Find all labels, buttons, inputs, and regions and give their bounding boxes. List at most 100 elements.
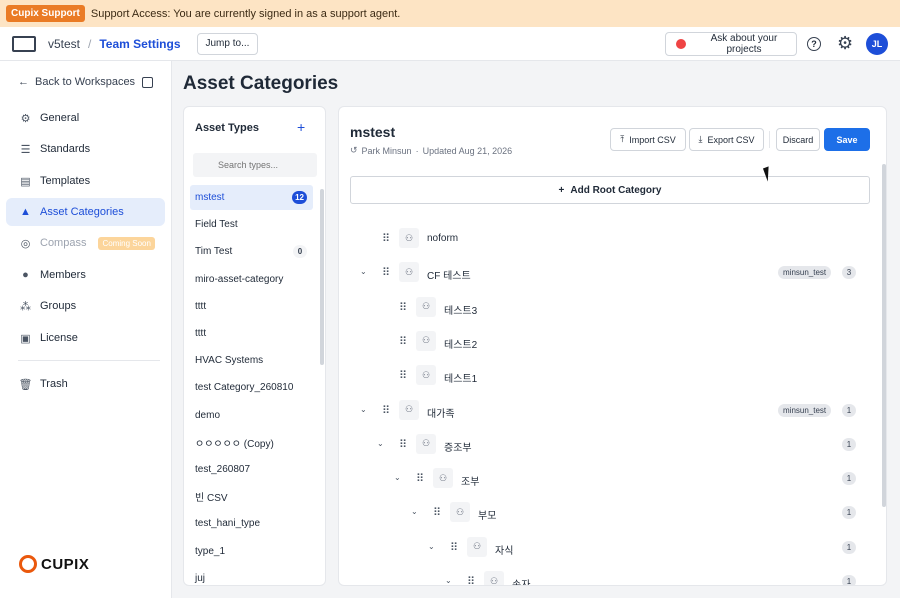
type-list-item[interactable]: Field Test — [190, 212, 313, 237]
type-list-item[interactable]: test Category_260810 — [190, 375, 313, 400]
collapse-sidebar-icon[interactable] — [142, 77, 153, 88]
category-tree-row[interactable]: ⌄ ⠿ ⚇ 조부 1 — [339, 465, 870, 493]
category-tree-row[interactable]: ⠿ ⚇ 테스트2 — [339, 328, 870, 356]
person-icon: ● — [22, 269, 29, 281]
settings-gear-icon[interactable]: ⚙ — [837, 33, 853, 54]
type-list-item[interactable]: test_260807 — [190, 457, 313, 482]
drag-handle-icon[interactable]: ⠿ — [382, 266, 390, 279]
ask-ai-label: Ask about your projects — [710, 33, 778, 55]
category-tree-row[interactable]: ⌄ ⠿ ⚇ CF 테스트 minsun_test 3 — [339, 259, 870, 287]
user-avatar[interactable]: JL — [866, 33, 888, 55]
category-tree-row[interactable]: ⌄ ⠿ ⚇ 손자 1 — [339, 568, 870, 586]
chevron-down-icon[interactable]: ⌄ — [360, 405, 367, 414]
type-list-item[interactable]: mstest 12 — [190, 185, 313, 210]
cupix-logo: CUPIX — [19, 555, 89, 573]
category-tree-row[interactable]: ⌄ ⠿ ⚇ 자식 1 — [339, 534, 870, 562]
category-node-icon: ⚇ — [399, 262, 419, 283]
form-tag-badge: minsun_test — [778, 403, 832, 417]
sidebar-item-standards[interactable]: ☰ Standards — [6, 135, 165, 163]
drag-handle-icon[interactable]: ⠿ — [399, 369, 407, 382]
tree-scrollbar[interactable] — [882, 164, 886, 507]
chevron-down-icon[interactable]: ⌄ — [377, 439, 384, 448]
save-button[interactable]: Save — [824, 128, 870, 151]
app-logo-icon[interactable] — [12, 35, 36, 52]
category-tree-row[interactable]: ⌄ ⠿ ⚇ 대가족 minsun_test 1 — [339, 397, 870, 425]
search-types-input[interactable] — [193, 153, 317, 177]
category-tree-row[interactable]: ⠿ ⚇ noform — [339, 225, 870, 253]
sidebar-item-asset-categories[interactable]: ▲ Asset Categories — [6, 198, 165, 226]
breadcrumb-workspace[interactable]: v5test — [48, 37, 80, 51]
chevron-down-icon[interactable]: ⌄ — [411, 507, 418, 516]
type-list-item[interactable]: ㅇㅇㅇㅇㅇ (Copy) — [190, 430, 313, 455]
export-csv-button[interactable]: ⤓ Export CSV — [689, 128, 764, 151]
help-icon[interactable]: ? — [807, 37, 821, 51]
add-type-icon[interactable]: + — [297, 119, 305, 135]
type-list-item[interactable]: tttt — [190, 294, 313, 319]
discard-button[interactable]: Discard — [776, 128, 820, 151]
category-label: noform — [427, 233, 459, 244]
drag-handle-icon[interactable]: ⠿ — [399, 301, 407, 314]
add-root-category-button[interactable]: + Add Root Category — [350, 176, 870, 204]
import-csv-button[interactable]: ⤒ Import CSV — [610, 128, 686, 151]
chevron-down-icon[interactable]: ⌄ — [360, 267, 367, 276]
chevron-down-icon[interactable]: ⌄ — [394, 473, 401, 482]
drag-handle-icon[interactable]: ⠿ — [450, 541, 458, 554]
category-tree-row[interactable]: ⠿ ⚇ 테스트3 — [339, 294, 870, 322]
category-label: 테스트3 — [444, 305, 478, 317]
chevron-down-icon[interactable]: ⌄ — [428, 542, 435, 551]
back-label: Back to Workspaces — [35, 76, 136, 88]
chevron-down-icon[interactable]: ⌄ — [445, 576, 452, 585]
back-to-workspaces-link[interactable]: ← Back to Workspaces — [18, 76, 135, 88]
category-tree-row[interactable]: ⌄ ⠿ ⚇ 증조부 1 — [339, 431, 870, 459]
sidebar-item-label: General — [40, 112, 80, 124]
drag-handle-icon[interactable]: ⠿ — [382, 404, 390, 417]
type-list-item[interactable]: HVAC Systems — [190, 348, 313, 373]
category-node-icon: ⚇ — [484, 571, 504, 585]
sidebar-item-members[interactable]: ● Members — [6, 261, 165, 289]
sidebar-item-label: Asset Categories — [40, 206, 124, 218]
type-list-item[interactable]: type_1 — [190, 539, 313, 564]
type-list-item[interactable]: miro-asset-category — [190, 267, 313, 292]
support-tag: Cupix Support — [6, 5, 85, 22]
sidebar-item-label: Compass — [40, 237, 87, 249]
type-list-item[interactable]: 빈 CSV — [190, 484, 313, 509]
type-list-item[interactable]: test_hani_type — [190, 511, 313, 536]
drag-handle-icon[interactable]: ⠿ — [467, 575, 475, 585]
settings-sidebar: ← Back to Workspaces ⚙ General ☰ Standar… — [0, 61, 172, 598]
sidebar-item-label: Standards — [40, 143, 91, 155]
type-count-badge: 0 — [293, 245, 307, 259]
drag-handle-icon[interactable]: ⠿ — [399, 438, 407, 451]
sidebar-item-license[interactable]: ▣ License — [6, 324, 165, 352]
shapes-icon: ▲ — [20, 206, 31, 218]
plus-icon: + — [558, 184, 565, 196]
type-list-item[interactable]: demo — [190, 403, 313, 428]
breadcrumb-team-settings[interactable]: Team Settings — [99, 37, 180, 51]
sidebar-item-general[interactable]: ⚙ General — [6, 104, 165, 132]
sidebar-item-groups[interactable]: ⁂ Groups — [6, 292, 165, 320]
category-tree-row[interactable]: ⌄ ⠿ ⚇ 부모 1 — [339, 499, 870, 527]
type-list-item[interactable]: juj — [190, 566, 313, 585]
drag-handle-icon[interactable]: ⠿ — [382, 232, 390, 245]
category-label: CF 테스트 — [427, 271, 471, 283]
sidebar-item-label: Templates — [40, 175, 91, 187]
jump-to-button[interactable]: Jump to... — [196, 32, 259, 55]
child-count-badge: 1 — [842, 540, 856, 554]
category-tree-row[interactable]: ⠿ ⚇ 테스트1 — [339, 362, 870, 390]
sidebar-item-trash[interactable]: 🗑 Trash — [6, 370, 165, 398]
sidebar-item-label: Members — [40, 269, 86, 281]
child-count-badge: 3 — [842, 266, 856, 280]
type-meta: ↺ Park Minsun · Updated Aug 21, 2026 — [350, 145, 512, 156]
child-count-badge: 1 — [842, 437, 856, 451]
type-list-item[interactable]: tttt — [190, 321, 313, 346]
category-node-icon: ⚇ — [399, 228, 419, 248]
category-label: 손자 — [512, 580, 531, 586]
type-list-item[interactable]: Tim Test 0 — [190, 239, 313, 264]
trash-icon: 🗑 — [18, 378, 33, 391]
type-label: 빈 CSV — [195, 493, 228, 505]
drag-handle-icon[interactable]: ⠿ — [433, 506, 441, 519]
sidebar-item-templates[interactable]: ▤ Templates — [6, 167, 165, 195]
drag-handle-icon[interactable]: ⠿ — [399, 335, 407, 348]
types-scrollbar[interactable] — [320, 189, 324, 365]
ask-ai-button[interactable]: Ask about your projects — [665, 32, 797, 56]
drag-handle-icon[interactable]: ⠿ — [416, 472, 424, 485]
